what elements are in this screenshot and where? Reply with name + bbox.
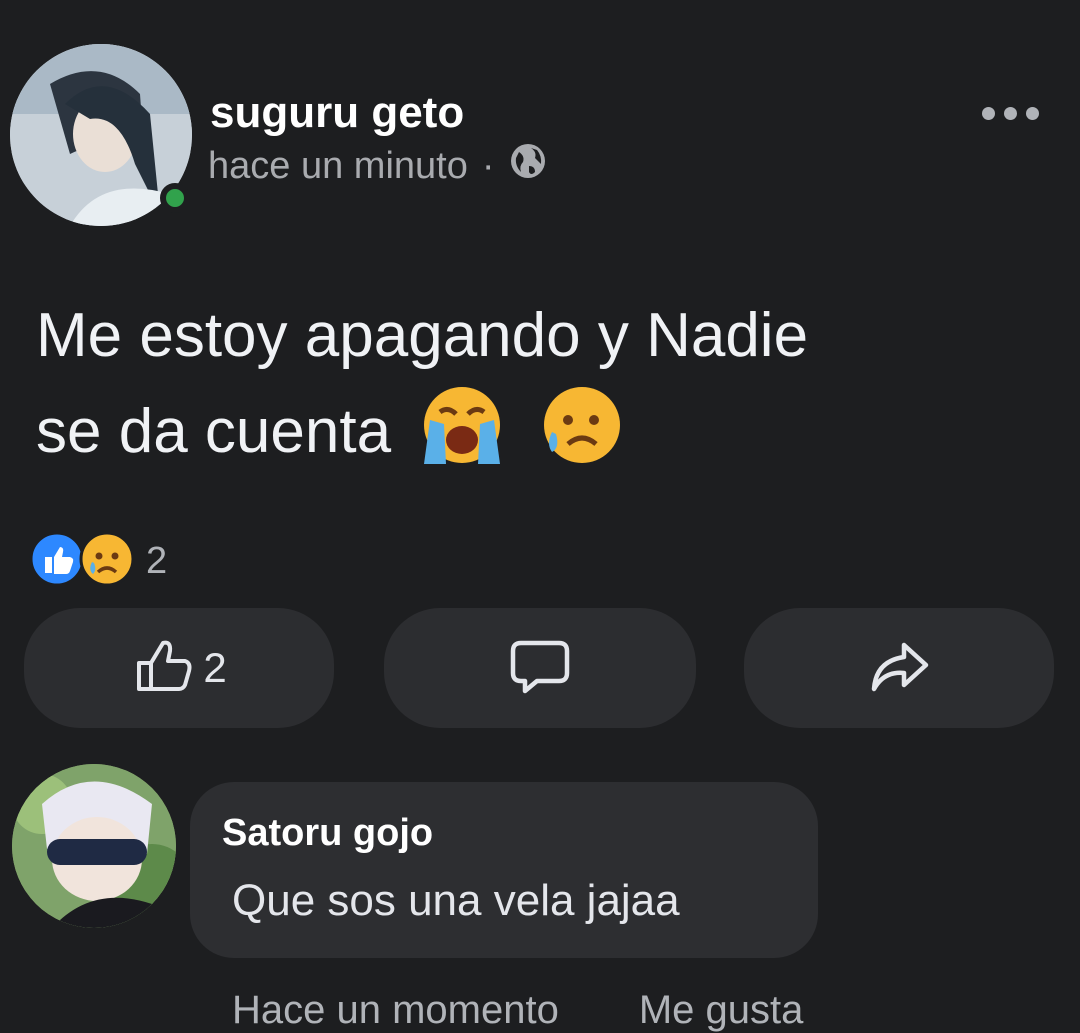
post-meta: hace un minuto · — [208, 142, 547, 190]
meta-separator: · — [481, 144, 495, 187]
post-text: Me estoy apagando y Nadie se da cuenta — [36, 288, 1056, 494]
comment-footer: Hace un momento Me gusta — [232, 988, 803, 1033]
share-button[interactable] — [744, 608, 1054, 728]
reactions-summary[interactable]: 2 — [28, 530, 167, 593]
post-timestamp[interactable]: hace un minuto — [208, 145, 468, 188]
post-author-name[interactable]: suguru geto — [210, 88, 464, 138]
sad-but-relieved-face-icon — [534, 384, 622, 494]
comment-icon — [507, 633, 573, 704]
comment-like-link[interactable]: Me gusta — [639, 988, 804, 1033]
post-text-line2-text: se da cuenta — [36, 397, 392, 466]
post-text-line2: se da cuenta — [36, 384, 1056, 494]
comment-button[interactable] — [384, 608, 696, 728]
dot-icon — [1004, 106, 1017, 120]
reaction-count: 2 — [146, 540, 168, 582]
globe-icon — [509, 142, 547, 190]
dot-icon — [1026, 106, 1039, 120]
share-icon — [866, 633, 932, 704]
dot-icon — [982, 106, 995, 120]
like-count: 2 — [203, 644, 227, 691]
more-options-button[interactable] — [982, 98, 1052, 128]
comment-author-avatar[interactable] — [12, 764, 176, 928]
like-button[interactable]: 2 — [24, 608, 334, 728]
loudly-crying-face-icon — [416, 384, 508, 494]
thumbs-up-icon — [131, 633, 197, 704]
post-text-line1: Me estoy apagando y Nadie — [36, 301, 809, 370]
comment-timestamp[interactable]: Hace un momento — [232, 988, 559, 1033]
comment-author-name[interactable]: Satoru gojo — [222, 812, 433, 855]
comment-text: Que sos una vela jajaa — [232, 876, 680, 925]
comment-bubble[interactable] — [190, 782, 818, 958]
online-status-dot — [160, 183, 190, 213]
sad-reaction-icon — [78, 530, 136, 593]
